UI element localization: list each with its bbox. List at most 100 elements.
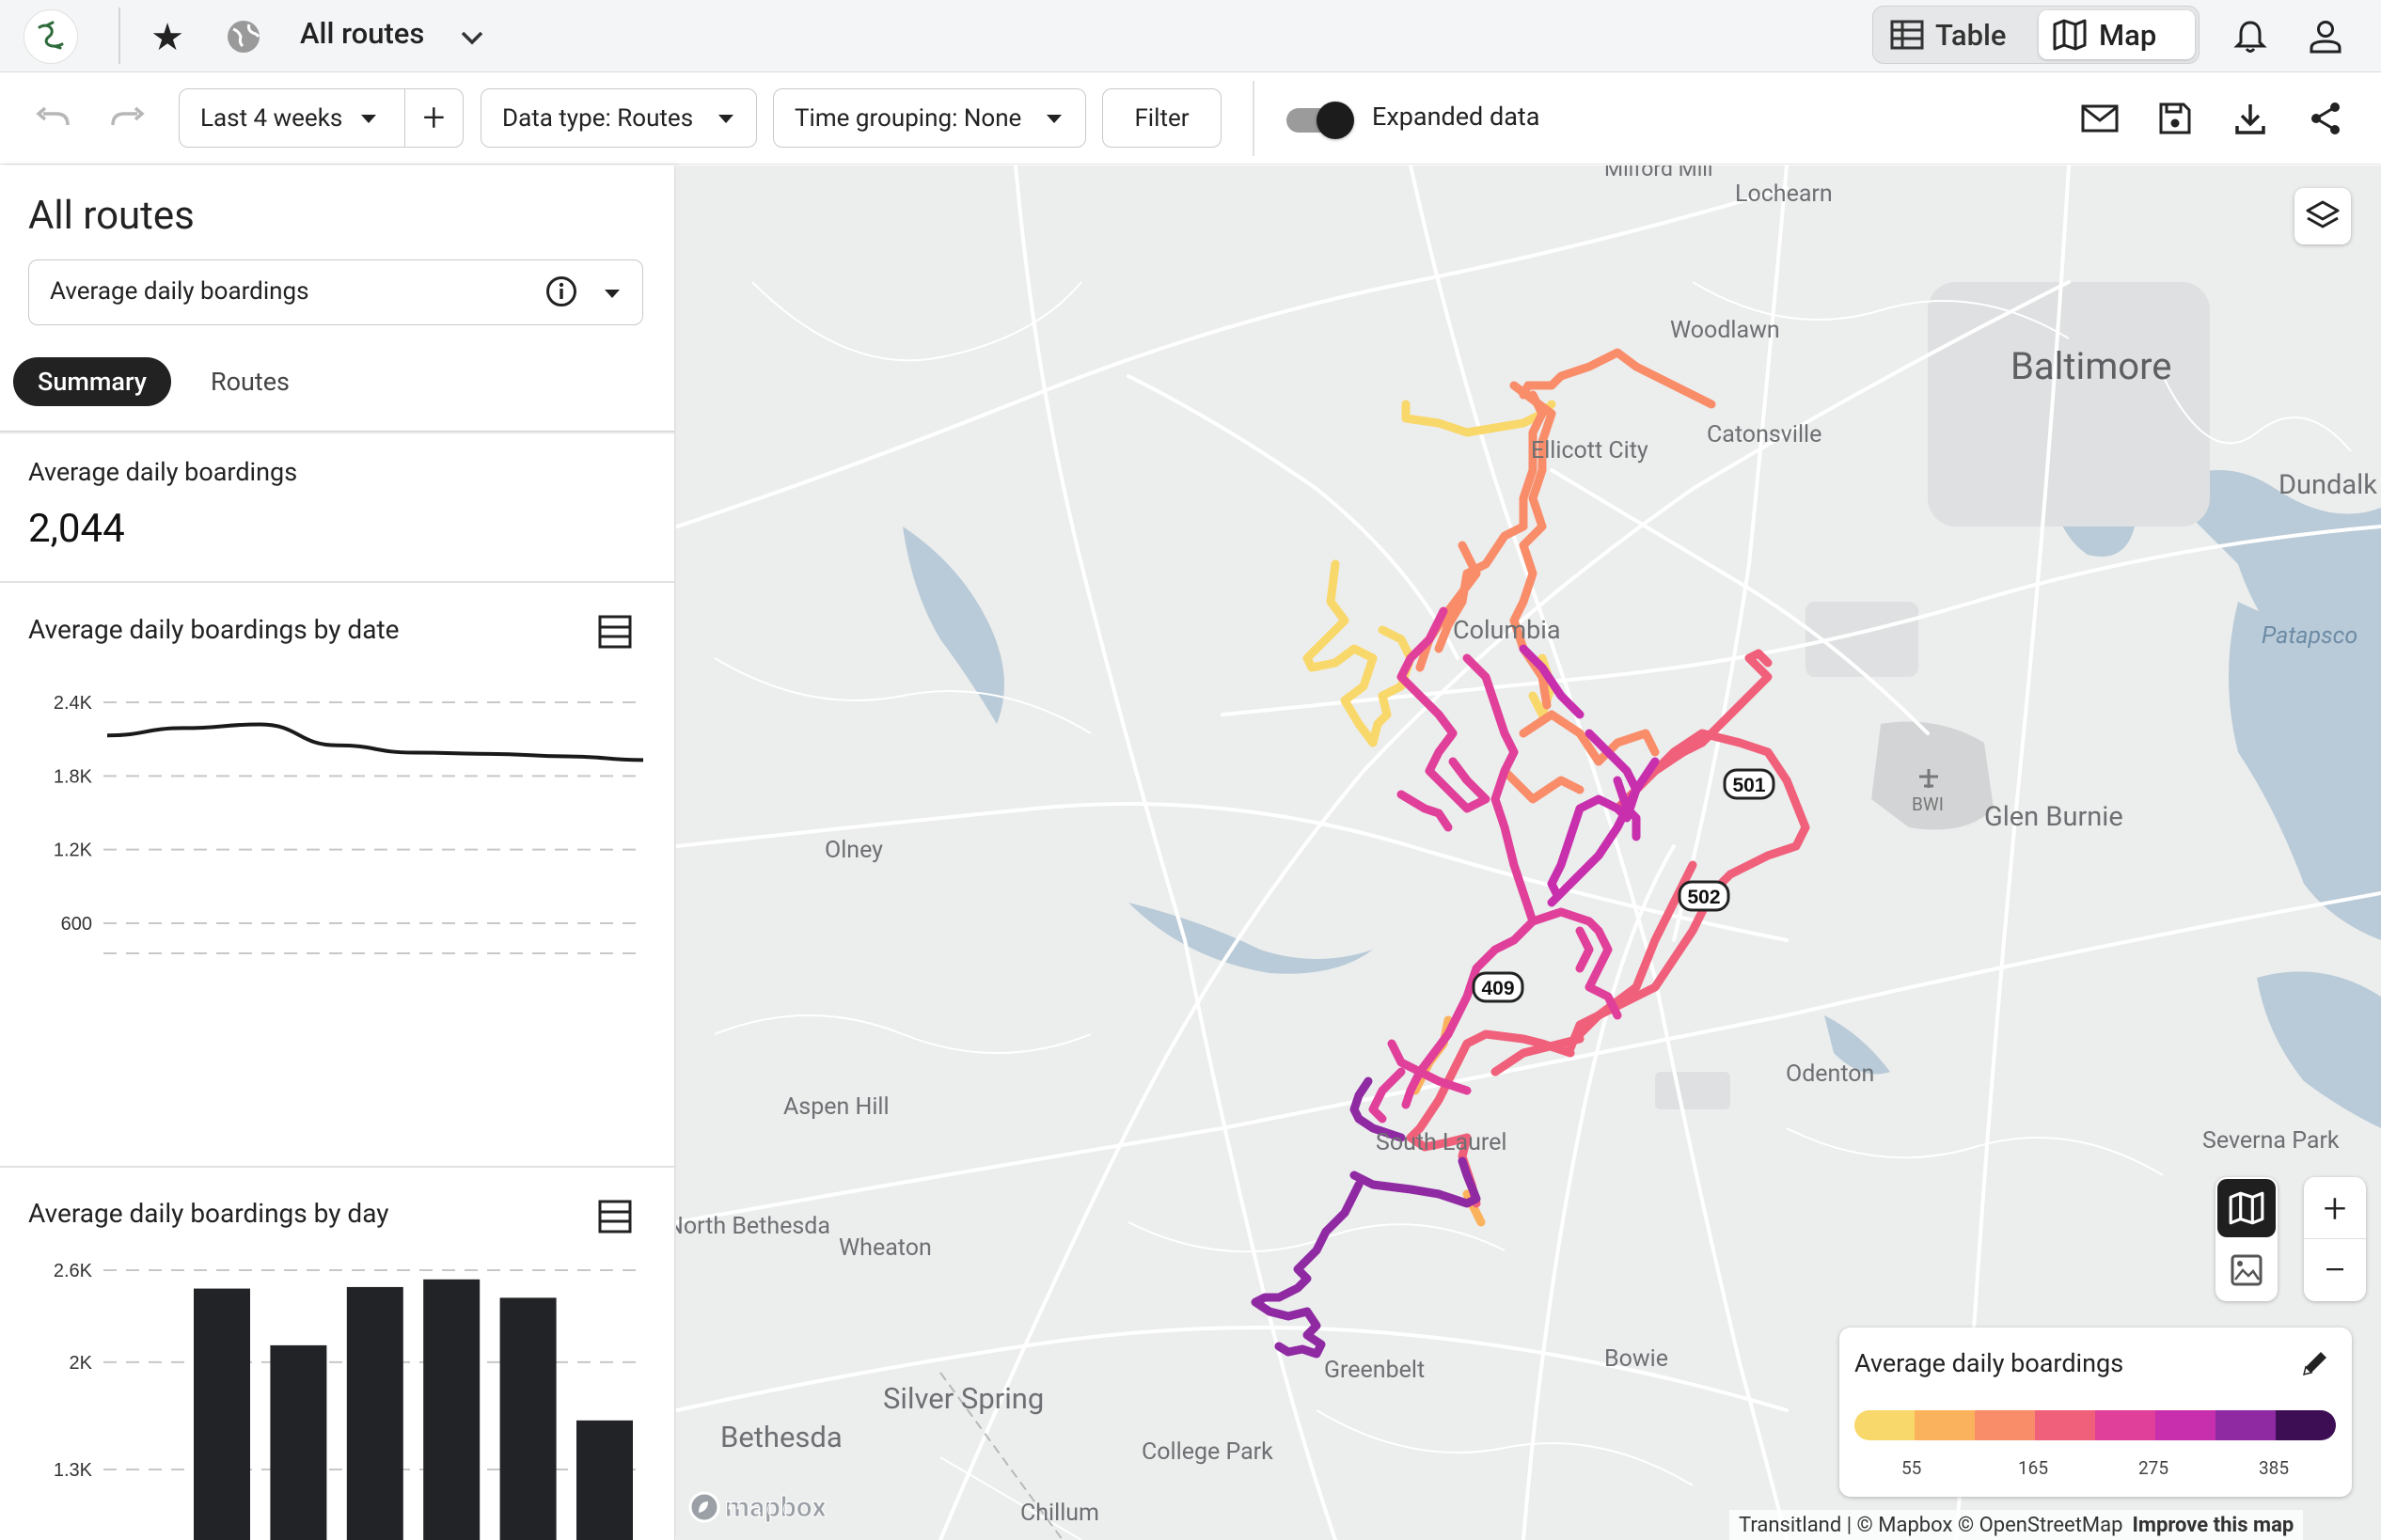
satellite-style-button[interactable] [2217,1241,2276,1299]
legend-color-step [1915,1410,1975,1440]
time-grouping-label: Time grouping: None [795,103,1022,133]
place-label: Wheaton [839,1234,932,1262]
tab-summary[interactable]: Summary [13,357,171,406]
metric-select-value: Average daily boardings [50,277,309,306]
legend-color-step [2155,1410,2215,1440]
legend-color-step [1975,1410,2035,1440]
tab-table[interactable]: Table [1877,10,2031,59]
date-range-label: Last 4 weeks [200,103,343,133]
tab-summary-label: Summary [38,367,147,397]
legend-tick-label: 55 [1901,1457,1922,1479]
place-label: Greenbelt [1324,1357,1426,1384]
caret-down-icon [718,115,733,123]
email-icon[interactable] [2079,98,2121,139]
layers-icon [2306,200,2340,228]
zoom-out-button[interactable]: − [2304,1239,2366,1301]
bar [499,1297,557,1540]
top-bar: ★ All routes Table Map [0,0,2381,72]
toolbar-divider [1253,81,1254,156]
line-chart: 2.4K 1.8K 1.2K 600 [54,693,644,954]
date-range-select[interactable]: Last 4 weeks [179,88,405,148]
place-label: Severna Park [2202,1127,2340,1155]
tab-routes[interactable]: Routes [194,357,307,406]
tab-map-label: Map [2099,17,2157,53]
time-grouping-select[interactable]: Time grouping: None [773,88,1086,148]
globe-icon[interactable] [222,15,265,58]
page-title: All routes [300,16,425,51]
caret-down-icon [361,115,376,123]
legend-tick-label: 165 [2018,1457,2049,1479]
star-icon[interactable]: ★ [146,15,189,59]
toolbar: Last 4 weeks + Data type: Routes Time gr… [0,73,2381,165]
bar [423,1279,481,1540]
divider [0,581,674,583]
bar [194,1288,250,1540]
y-tick-label: 1.3K [54,1460,93,1481]
metric-select[interactable]: Average daily boardings [28,259,643,325]
legend-color-scale [1854,1410,2336,1440]
expanded-data-label: Expanded data [1372,102,1540,132]
y-tick-label: 1.8K [54,766,93,787]
bar [576,1420,633,1540]
y-tick-label: 1.2K [54,841,93,861]
place-label: Woodlawn [1670,317,1780,344]
place-label: Aspen Hill [783,1093,890,1121]
redo-icon[interactable] [107,100,149,137]
legend-color-step [1854,1410,1915,1440]
add-comparison-button[interactable]: + [404,88,464,148]
save-icon[interactable] [2154,98,2196,139]
data-type-select[interactable]: Data type: Routes [481,88,757,148]
place-label: South Laurel [1376,1129,1507,1156]
account-icon[interactable] [2305,16,2346,57]
bell-icon[interactable] [2230,16,2271,57]
y-tick-label: 2K [70,1353,93,1374]
zoom-in-button[interactable]: + [2304,1177,2366,1239]
svg-text:501: 501 [1732,775,1765,796]
basemap-switcher [2215,1177,2278,1301]
table-view-icon[interactable] [596,1198,634,1235]
tab-table-label: Table [1935,17,2007,53]
info-icon[interactable] [544,275,578,308]
place-label: College Park [1142,1438,1273,1466]
water-bodies [903,470,2381,1128]
legend-title: Average daily boardings [1854,1348,2124,1378]
place-label: Bethesda [720,1420,843,1454]
data-type-label: Data type: Routes [502,103,694,133]
legend-tick-label: 385 [2259,1457,2290,1479]
download-icon[interactable] [2230,98,2271,139]
tab-map[interactable]: Map [2039,10,2195,59]
place-label: North Bethesda [676,1213,830,1240]
legend-tick-label: 275 [2138,1457,2169,1479]
share-icon[interactable] [2305,98,2346,139]
edit-icon[interactable] [2294,1343,2336,1384]
filter-button[interactable]: Filter [1102,88,1222,148]
expanded-data-toggle[interactable] [1285,100,1358,141]
topbar-divider [118,8,120,64]
svg-text:502: 502 [1687,887,1720,908]
place-label: Chillum [1020,1500,1099,1527]
map-view[interactable]: 501 502 409 Milford Mill Lochearn Woodla… [676,165,2381,1540]
improve-map-link[interactable]: Improve this map [2132,1514,2303,1537]
app-logo-icon[interactable] [24,9,78,64]
layers-button[interactable] [2294,188,2351,244]
place-label: Lochearn [1735,181,1833,208]
undo-icon[interactable] [32,100,73,137]
legend-color-step [2095,1410,2155,1440]
place-label: Catonsville [1707,421,1822,448]
attribution-text: Transitland | © Mapbox © OpenStreetMap [1739,1513,2123,1537]
tab-routes-label: Routes [210,367,290,397]
bar [270,1344,327,1540]
place-label: Milford Mill [1604,165,1713,181]
legend-color-step [2035,1410,2095,1440]
map-style-button[interactable] [2217,1179,2276,1237]
map-legend: Average daily boardings 55 165 275 385 [1839,1328,2352,1497]
legend-color-step [2276,1410,2336,1440]
attribution: Transitland | © Mapbox © OpenStreetMap I… [1729,1510,2304,1540]
mapbox-logo[interactable]: mapbox [687,1490,827,1524]
bar [346,1286,403,1540]
summary-label: Average daily boardings [28,457,298,487]
chevron-down-icon[interactable] [455,21,489,55]
caret-down-icon [1047,115,1062,123]
table-view-icon[interactable] [596,613,634,651]
place-label: Glen Burnie [1984,801,2123,833]
